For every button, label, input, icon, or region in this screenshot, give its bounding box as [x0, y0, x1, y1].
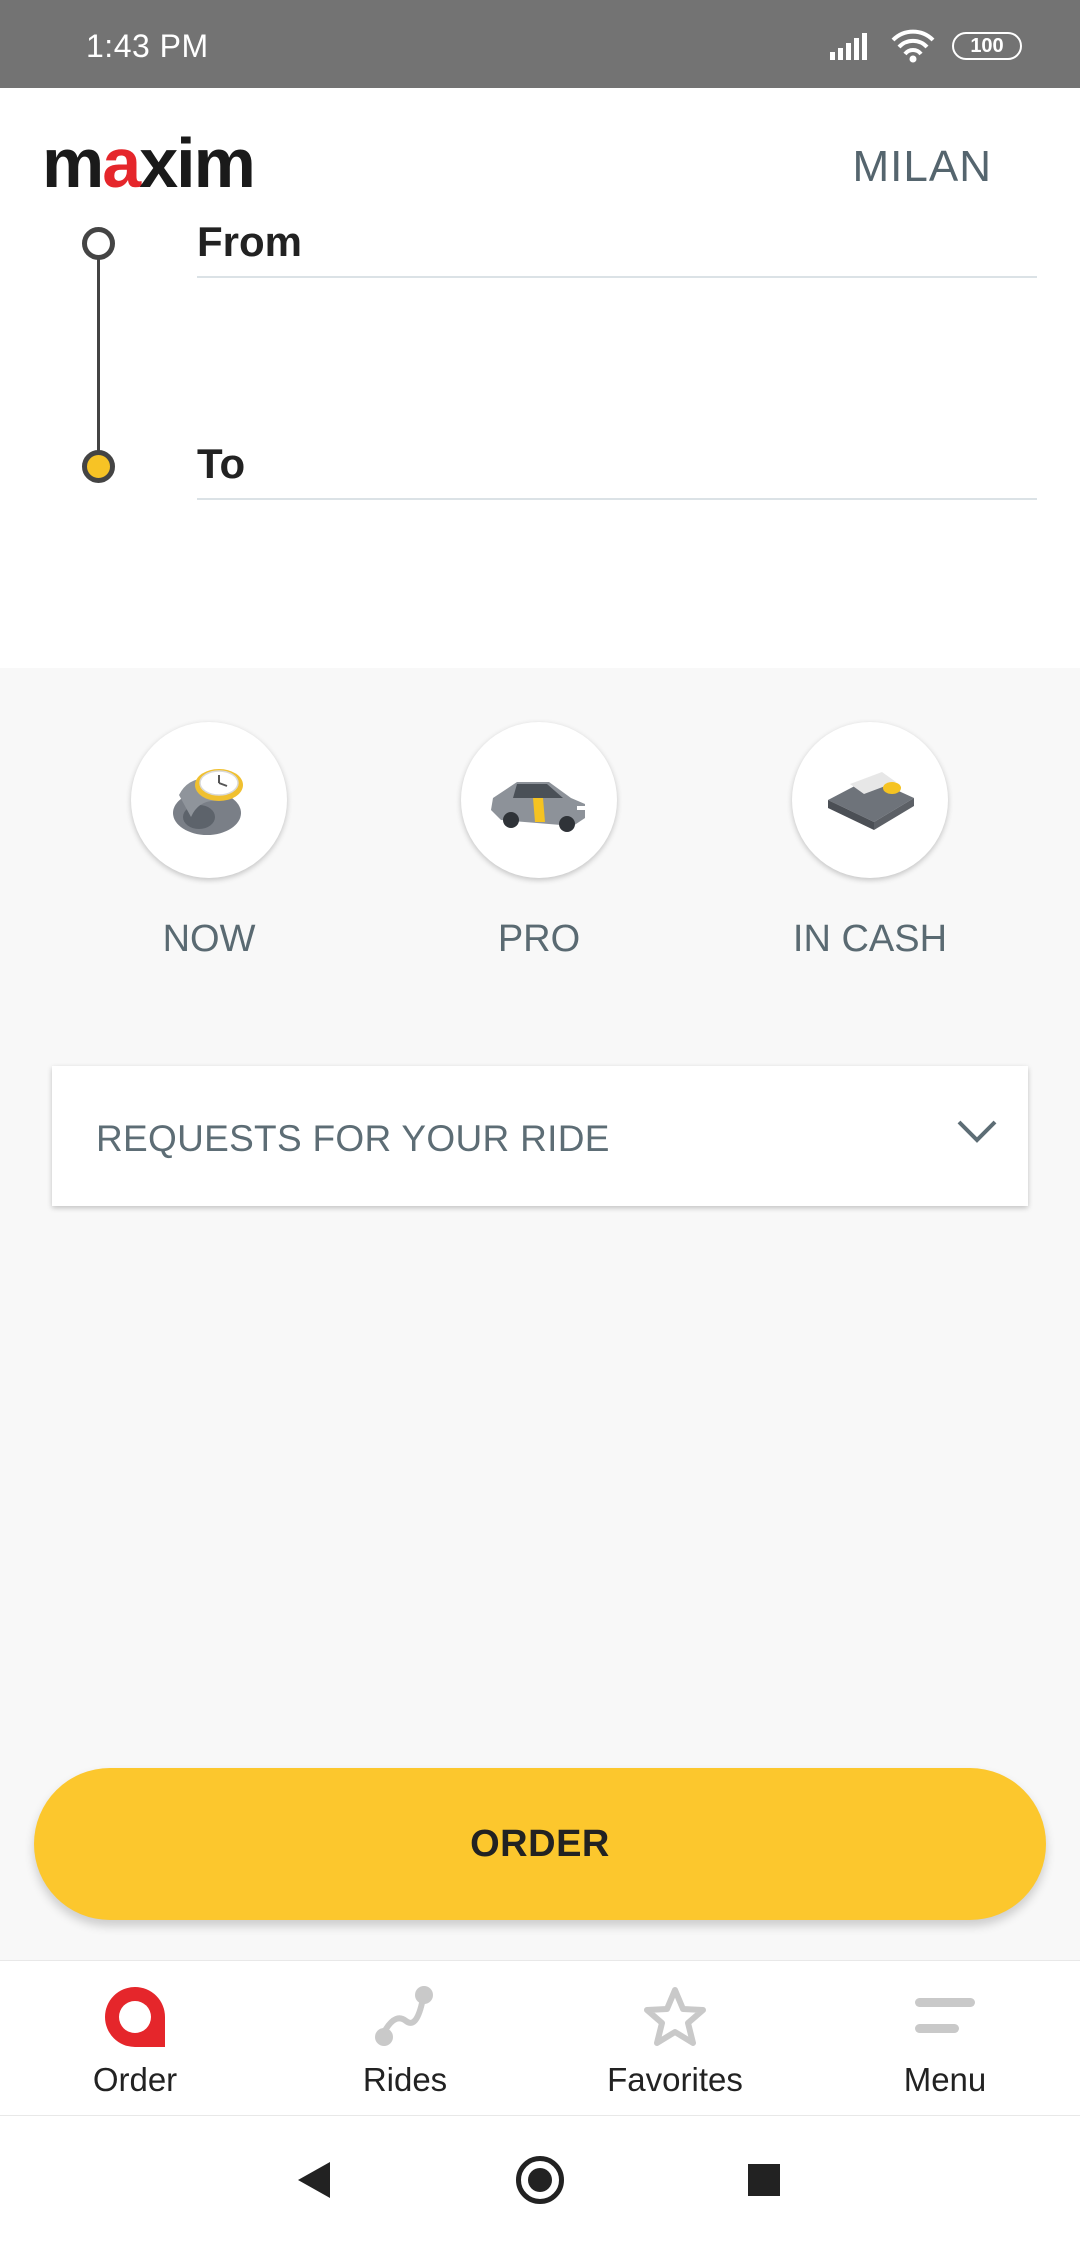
route-line — [97, 242, 100, 462]
nav-item-favorites[interactable]: Favorites — [540, 1961, 810, 2117]
option-pro[interactable]: PRO — [461, 722, 617, 961]
option-cash-label: IN CASH — [792, 918, 948, 960]
option-pro-circle[interactable] — [461, 722, 617, 878]
to-field[interactable]: To — [197, 440, 1037, 500]
nav-label-rides: Rides — [362, 2061, 448, 2098]
recent-apps-icon[interactable] — [748, 2164, 780, 2196]
to-point-icon — [82, 450, 115, 483]
status-icons: 100 — [830, 29, 1022, 63]
option-now[interactable]: NOW — [131, 722, 287, 961]
city-selector[interactable]: MILAN — [853, 142, 992, 192]
back-icon[interactable] — [296, 2160, 332, 2200]
from-point-icon — [82, 227, 115, 260]
option-cash-circle[interactable] — [792, 722, 948, 878]
car-icon — [491, 782, 585, 832]
option-now-circle[interactable] — [131, 722, 287, 878]
battery-icon: 100 — [952, 32, 1022, 60]
nav-item-menu[interactable]: Menu — [810, 1961, 1080, 2117]
header: maxim MILAN — [0, 88, 1080, 668]
battery-level: 100 — [970, 34, 1004, 57]
nav-item-rides[interactable]: Rides — [270, 1961, 540, 2117]
requests-label: REQUESTS FOR YOUR RIDE — [96, 1118, 610, 1159]
nav-item-order[interactable]: Order — [0, 1961, 270, 2117]
order-pin-icon — [100, 1985, 170, 2049]
wifi-icon — [891, 29, 935, 63]
option-now-label: NOW — [162, 918, 256, 960]
nav-label-menu: Menu — [903, 2061, 987, 2098]
home-icon[interactable] — [516, 2156, 564, 2204]
wallet-icon — [828, 772, 914, 830]
from-field[interactable]: From — [197, 218, 1037, 278]
maxim-logo: maxim — [42, 124, 256, 202]
chevron-down-icon — [957, 1120, 997, 1143]
status-bar: 1:43 PM 100 — [0, 0, 1080, 88]
status-time: 1:43 PM — [86, 28, 209, 64]
nav-label-favorites: Favorites — [607, 2061, 743, 2098]
rides-route-icon — [370, 1985, 440, 2049]
system-nav-bar — [0, 2116, 1080, 2246]
clock-icon — [173, 769, 243, 835]
requests-dropdown[interactable]: REQUESTS FOR YOUR RIDE — [52, 1066, 1028, 1206]
bottom-nav: Order Rides Favorites Menu — [0, 1960, 1080, 2116]
option-cash[interactable]: IN CASH — [792, 722, 948, 961]
star-icon — [640, 1985, 710, 2049]
nav-label-order: Order — [92, 2061, 178, 2098]
order-button[interactable]: ORDER — [34, 1768, 1046, 1920]
menu-icon — [910, 1985, 980, 2049]
option-pro-label: PRO — [497, 918, 581, 960]
signal-icon — [830, 33, 867, 60]
